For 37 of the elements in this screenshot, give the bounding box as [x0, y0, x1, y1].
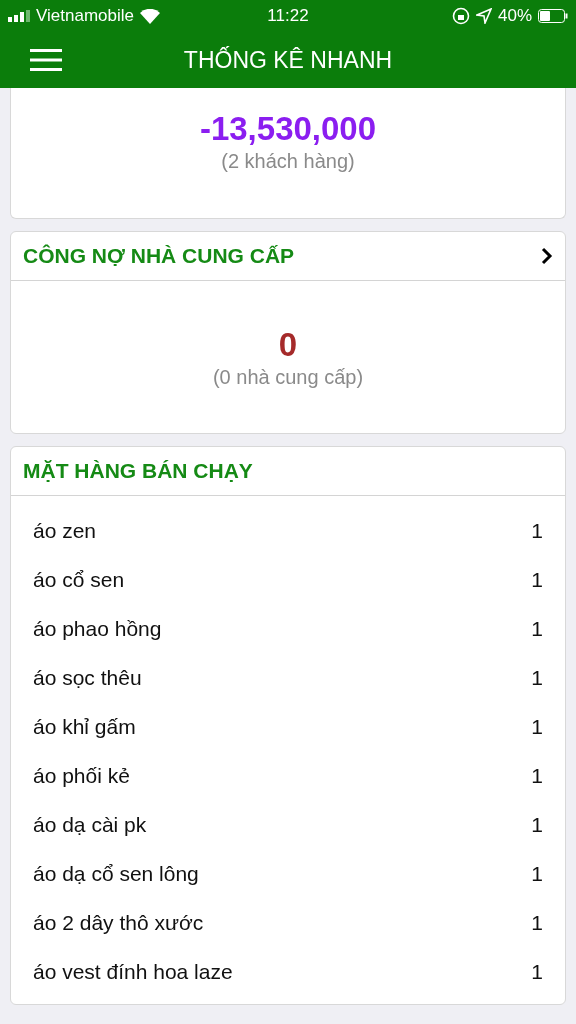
- signal-icon: [8, 10, 30, 22]
- product-name: áo dạ cài pk: [33, 812, 147, 837]
- product-name: áo vest đính hoa laze: [33, 959, 233, 984]
- section-title[interactable]: CÔNG NỢ NHÀ CUNG CẤP: [23, 244, 295, 268]
- clock: 11:22: [267, 6, 309, 26]
- product-count: 1: [531, 714, 543, 739]
- product-count: 1: [531, 616, 543, 641]
- product-name: áo 2 dây thô xước: [33, 910, 204, 935]
- battery-icon: [538, 9, 568, 23]
- product-count: 1: [531, 959, 543, 984]
- product-name: áo phao hồng: [33, 616, 162, 641]
- page-title: THỐNG KÊ NHANH: [183, 46, 393, 74]
- product-count: 1: [531, 861, 543, 886]
- product-count: 1: [531, 567, 543, 592]
- chevron-right-icon[interactable]: [541, 247, 553, 265]
- product-count: 1: [531, 910, 543, 935]
- product-count: 1: [531, 763, 543, 788]
- debt-amount: 0: [278, 325, 298, 364]
- wifi-icon: [140, 8, 160, 24]
- location-arrow-icon: [475, 8, 492, 24]
- product-name: áo cổ sen: [33, 567, 125, 592]
- product-count: 1: [531, 518, 543, 543]
- supplier-count: (0 nhà cung cấp): [212, 365, 364, 389]
- product-name: áo zen: [33, 518, 97, 543]
- product-count: 1: [531, 812, 543, 837]
- carrier-name: Vietnamobile: [36, 6, 134, 26]
- product-name: áo dạ cổ sen lông: [33, 861, 199, 886]
- customer-count: (2 khách hàng): [221, 150, 355, 173]
- debt-amount: -13,530,000: [199, 110, 377, 148]
- product-count: 1: [531, 665, 543, 690]
- product-name: áo sọc thêu: [33, 665, 142, 690]
- battery-percent: 40%: [497, 6, 532, 26]
- rotation-lock-icon: [451, 7, 470, 25]
- menu-icon[interactable]: [30, 48, 62, 72]
- section-title: MẶT HÀNG BÁN CHẠY: [23, 459, 253, 483]
- product-name: áo phối kẻ: [33, 763, 130, 788]
- product-name: áo khỉ gấm: [33, 714, 136, 739]
